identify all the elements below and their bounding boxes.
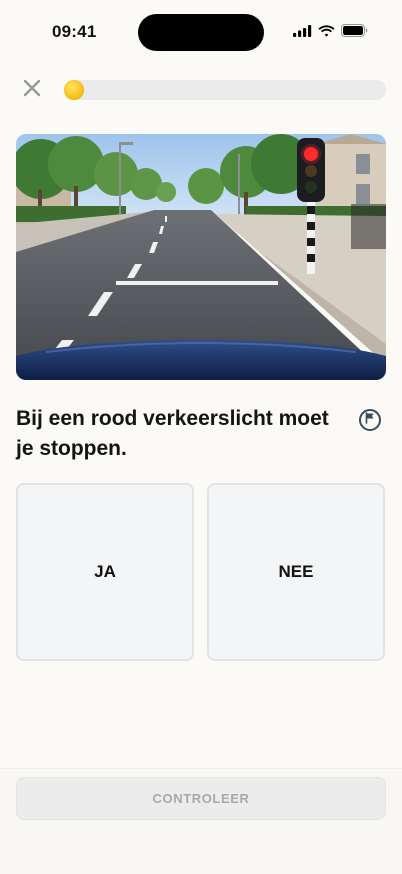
wifi-icon [318,24,335,42]
flag-icon [364,411,376,429]
signal-icon [293,24,312,42]
battery-icon [341,24,368,42]
question-text: Bij een rood verkeerslicht moet je stopp… [16,407,329,460]
answer-option-ja[interactable]: JA [16,483,194,661]
question-image [16,134,386,380]
check-button[interactable]: CONTROLEER [16,777,386,820]
status-icons [293,24,368,42]
status-time: 09:41 [52,22,97,41]
close-button[interactable] [20,78,44,102]
status-bar: 09:41 [0,0,402,64]
progress-indicator [64,80,84,100]
answer-label: JA [94,562,116,581]
report-flag-button[interactable] [359,409,381,431]
quiz-screen: 09:41 Bij een rood verkeerslicht moet je… [0,0,402,874]
dynamic-island [138,14,264,51]
answer-label: NEE [278,562,314,581]
progress-bar [64,80,386,100]
close-icon [23,79,41,102]
answer-option-nee[interactable]: NEE [207,483,385,661]
